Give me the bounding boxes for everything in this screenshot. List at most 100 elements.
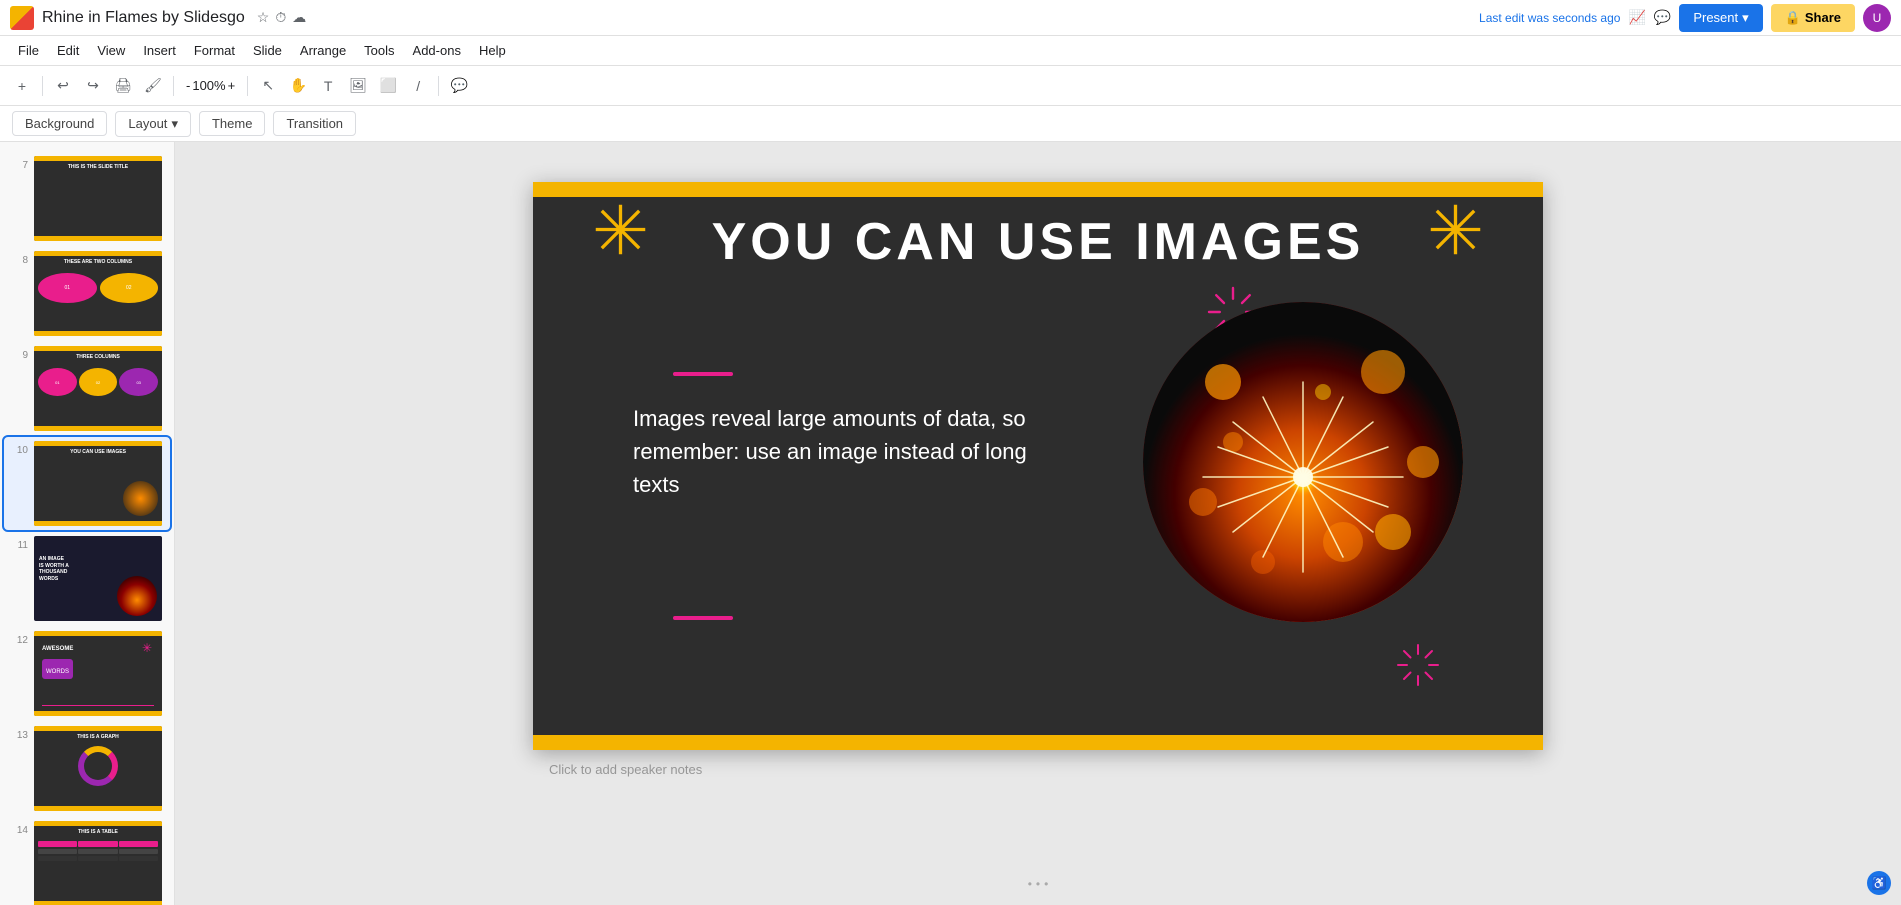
slide-body-text[interactable]: Images reveal large amounts of data, so … [633,402,1033,501]
zoom-out-icon[interactable]: - [186,78,190,93]
sep1 [42,76,43,96]
mini-title-13: THIS IS A GRAPH [38,734,158,740]
menu-bar: File Edit View Insert Format Slide Arran… [0,36,1901,66]
mini-thousand-11: AN IMAGEIS WORTH ATHOUSANDWORDS [39,556,69,582]
accessibility-button[interactable]: ♿ [1867,871,1891,895]
present-button[interactable]: Present ▾ [1679,4,1762,32]
comment-tool-button[interactable]: 💬 [445,72,473,100]
mini-top-bar-7 [34,156,162,161]
slide-canvas[interactable]: YOU CAN USE IMAGES [533,182,1543,750]
menu-view[interactable]: View [89,39,133,62]
sep2 [173,76,174,96]
mini-bottom-bar-10 [34,521,162,526]
mini-awesome-12: AWESOME [42,646,73,654]
scroll-indicator: • • • [1028,877,1049,891]
slide-preview-8: THESE ARE TWO COLUMNS 01 02 [34,251,162,336]
hand-tool-button[interactable]: ✋ [284,72,312,100]
menu-help[interactable]: Help [471,39,514,62]
present-dropdown-icon[interactable]: ▾ [1742,10,1749,26]
mini-title-7: THIS IS THE SLIDE TITLE [38,164,158,170]
image-tool-button[interactable]: 🖼 [344,72,372,100]
lock-icon: 🔒 [1785,10,1801,26]
menu-slide[interactable]: Slide [245,39,290,62]
sep4 [438,76,439,96]
slide-thumb-10[interactable]: 10 YOU CAN USE IMAGES [4,437,170,530]
title-bar: Rhine in Flames by Slidesgo ☆ ⏱ ☁ Last e… [0,0,1901,36]
transition-button[interactable]: Transition [273,111,356,136]
slide-thumb-12[interactable]: 12 AWESOME WORDS ✳ [4,627,170,720]
mini-top-bar-10 [34,441,162,446]
slide-preview-14: THIS IS A TABLE [34,821,162,905]
mini-circle-img-10 [123,481,158,516]
slide-num-9: 9 [12,350,28,361]
slides-panel: 7 THIS IS THE SLIDE TITLE 8 THESE ARE TW… [0,142,175,905]
mini-bottom-bar-8 [34,331,162,336]
shapes-tool-button[interactable]: ⬜ [374,72,402,100]
last-edit-text: Last edit was seconds ago [1479,11,1620,25]
mini-title-14: THIS IS A TABLE [38,829,158,835]
menu-insert[interactable]: Insert [135,39,184,62]
mini-bottom-bar-14 [34,901,162,905]
zoom-in-icon[interactable]: + [228,78,236,93]
undo-button[interactable]: ↩ [49,72,77,100]
text-tool-button[interactable]: T [314,72,342,100]
slide-preview-12: AWESOME WORDS ✳ [34,631,162,716]
mini-top-bar-13 [34,726,162,731]
theme-button[interactable]: Theme [199,111,265,136]
slide-thumb-7[interactable]: 7 THIS IS THE SLIDE TITLE [4,152,170,245]
chart-icon[interactable]: 📈 [1628,9,1645,26]
background-button[interactable]: Background [12,111,107,136]
slide-bottom-bar [533,735,1543,750]
layout-dropdown[interactable]: Layout ▾ [115,111,191,137]
slide-preview-9: THREE COLUMNS 01 02 03 [34,346,162,431]
zoom-control[interactable]: - 100% + [180,76,241,95]
mini-table-14 [38,841,158,861]
avatar[interactable]: U [1863,4,1891,32]
slide-thumb-11[interactable]: 11 AN IMAGEIS WORTH ATHOUSANDWORDS [4,532,170,625]
asterisk-left-icon [593,202,648,265]
select-tool-button[interactable]: ↖ [254,72,282,100]
share-label: Share [1805,10,1841,25]
cloud-icon[interactable]: ☁ [292,9,306,26]
redo-button[interactable]: ↪ [79,72,107,100]
line-tool-button[interactable]: / [404,72,432,100]
slide-title[interactable]: YOU CAN USE IMAGES [533,212,1543,272]
slide-num-7: 7 [12,160,28,171]
mini-top-bar-9 [34,346,162,351]
history-icon[interactable]: ⏱ [275,9,286,26]
menu-tools[interactable]: Tools [356,39,402,62]
notes-area[interactable]: Click to add speaker notes [533,750,1543,789]
mini-line-12 [42,705,154,706]
star-icon[interactable]: ☆ [257,9,270,26]
present-label: Present [1693,10,1738,25]
slide-thumb-13[interactable]: 13 THIS IS A GRAPH [4,722,170,815]
menu-arrange[interactable]: Arrange [292,39,354,62]
slide-thumb-14[interactable]: 14 THIS IS A TABLE [4,817,170,905]
add-slide-button[interactable]: + [8,72,36,100]
mini-bottom-bar-13 [34,806,162,811]
menu-format[interactable]: Format [186,39,243,62]
slide-preview-10: YOU CAN USE IMAGES [34,441,162,526]
slide-top-bar [533,182,1543,197]
sparkler-image[interactable] [1143,302,1463,622]
share-button[interactable]: 🔒 Share [1771,4,1855,32]
menu-edit[interactable]: Edit [49,39,87,62]
mini-title-9: THREE COLUMNS [38,354,158,360]
slide-preview-11: AN IMAGEIS WORTH ATHOUSANDWORDS [34,536,162,621]
menu-file[interactable]: File [10,39,47,62]
menu-addons[interactable]: Add-ons [405,39,469,62]
toolbar: + ↩ ↪ 🖨 🖌 - 100% + ↖ ✋ T 🖼 ⬜ / 💬 [0,66,1901,106]
slide-num-13: 13 [12,730,28,741]
asterisk-right-icon [1428,202,1483,265]
paint-format-button[interactable]: 🖌 [139,72,167,100]
print-button[interactable]: 🖨 [109,72,137,100]
slide-thumb-8[interactable]: 8 THESE ARE TWO COLUMNS 01 02 [4,247,170,340]
sep3 [247,76,248,96]
comment-icon[interactable]: 💬 [1654,9,1671,26]
accessibility-icon: ♿ [1872,876,1887,890]
dot-2: • [1036,877,1040,891]
slide-thumb-9[interactable]: 9 THREE COLUMNS 01 02 03 [4,342,170,435]
layout-label: Layout [128,116,167,131]
mini-title-8: THESE ARE TWO COLUMNS [38,259,158,265]
mini-top-bar-8 [34,251,162,256]
